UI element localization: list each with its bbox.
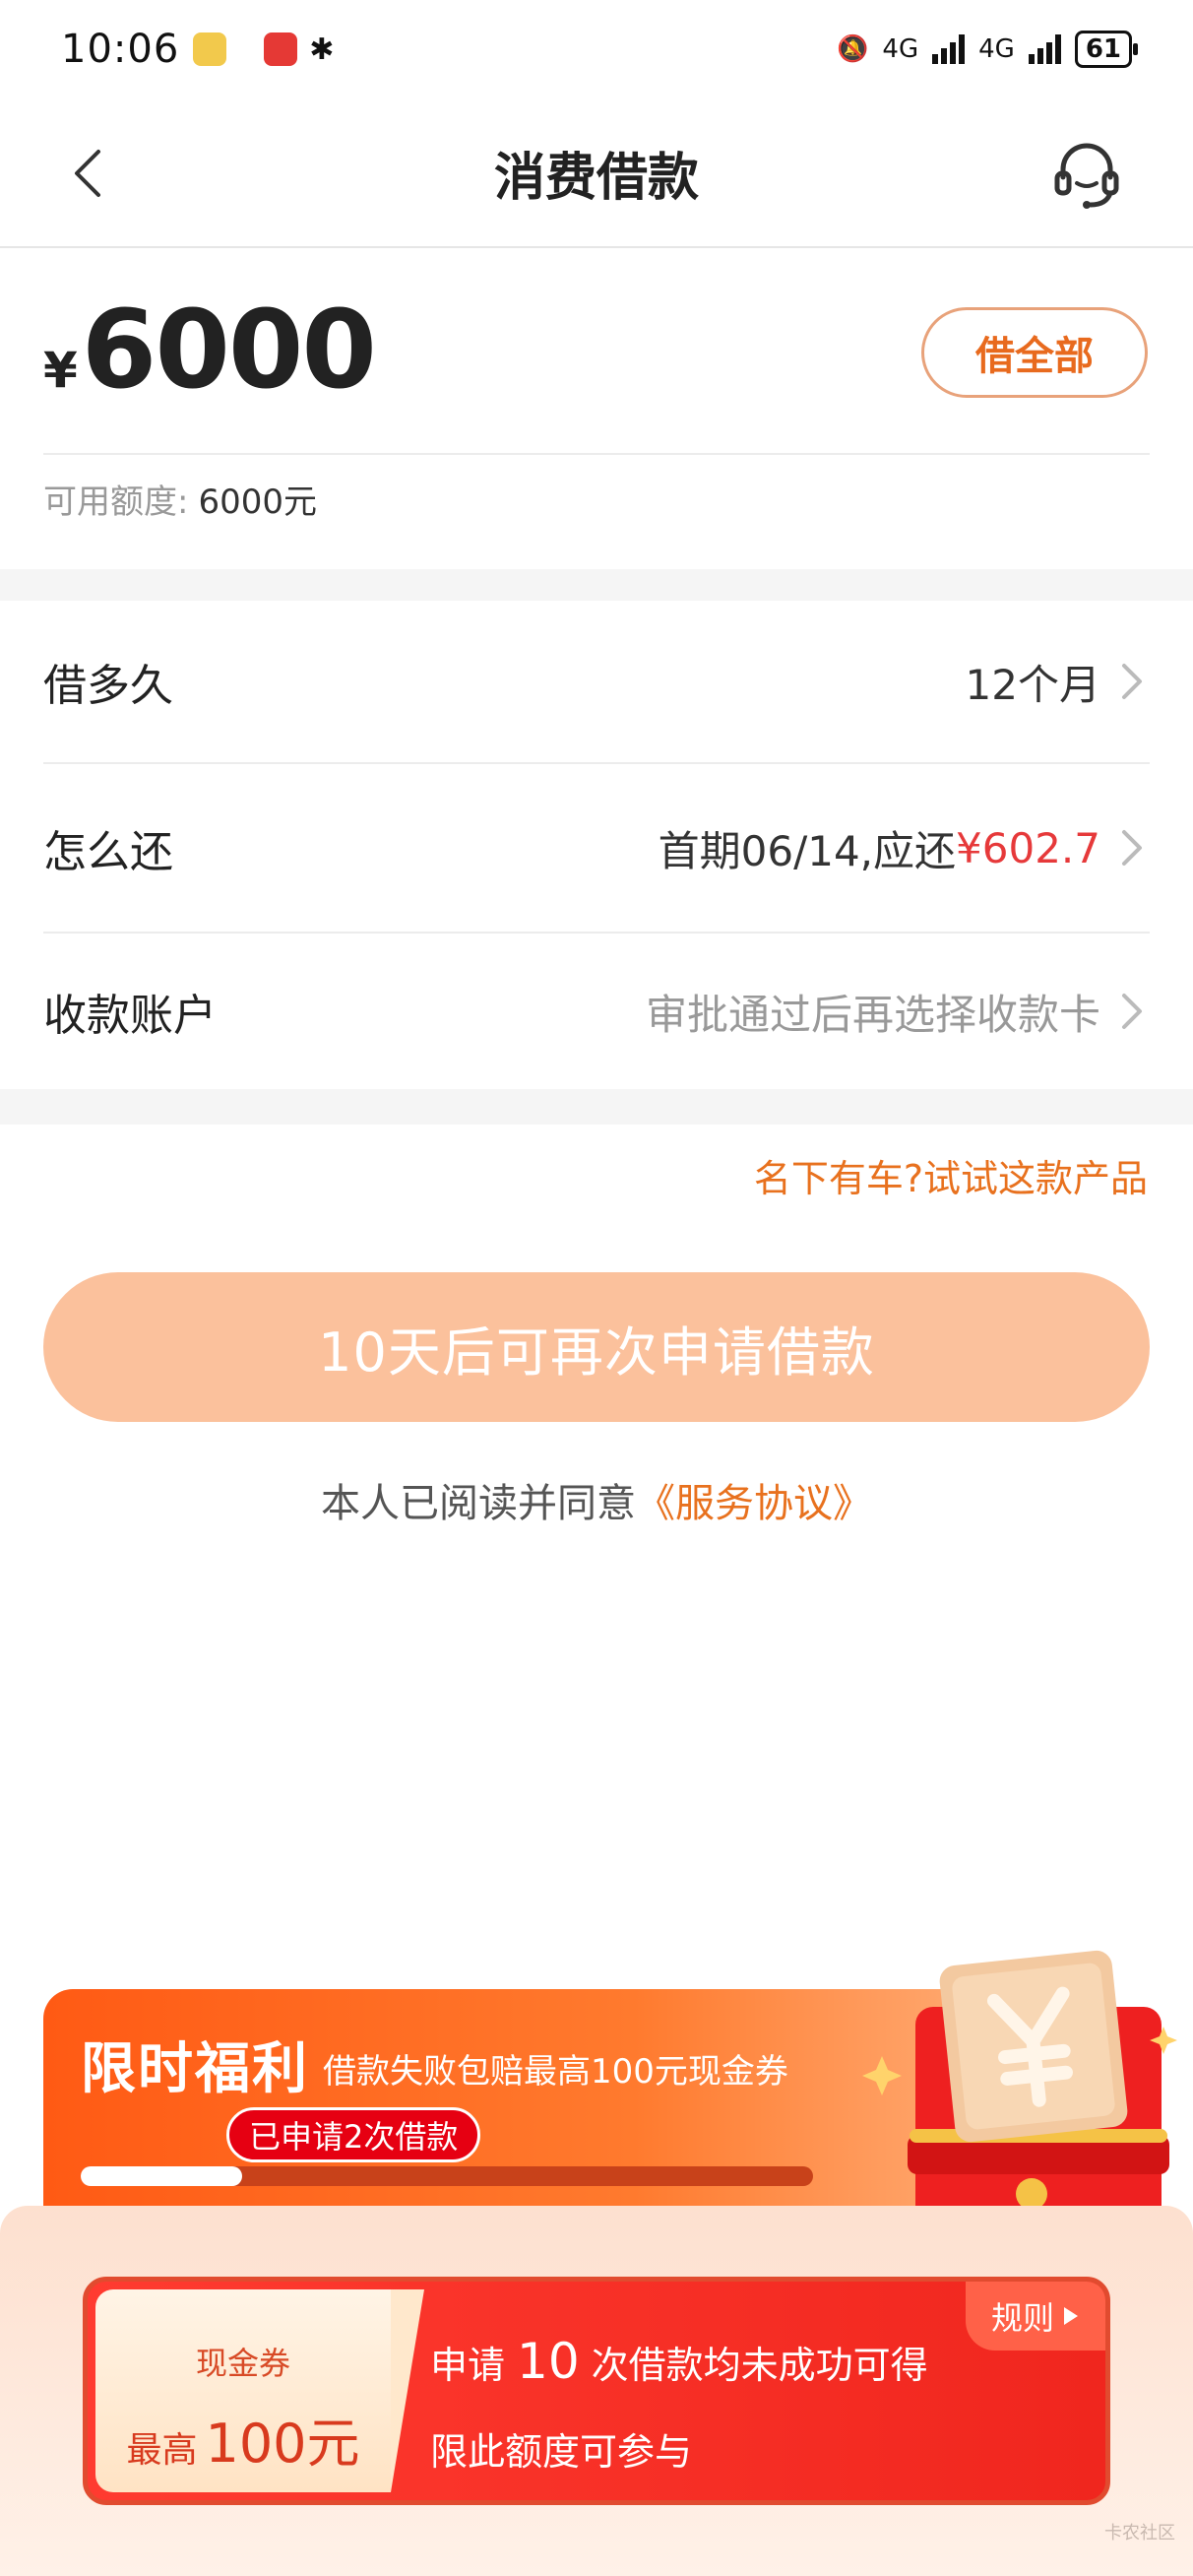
status-bar: 10:06 ✱ 🔕 4G 4G 61 bbox=[0, 0, 1193, 98]
service-agreement-link[interactable]: 《服务协议》 bbox=[636, 1481, 872, 1526]
status-time: 10:06 bbox=[61, 27, 180, 72]
coupon-type: 现金券 bbox=[195, 2345, 290, 2382]
divider bbox=[43, 453, 1150, 455]
rules-label: 规则 bbox=[990, 2299, 1054, 2337]
watermark: 卡农社区 bbox=[1104, 2523, 1175, 2544]
agreement-text: 本人已阅读并同意 bbox=[321, 1481, 636, 1526]
agreement-line: 本人已阅读并同意《服务协议》 bbox=[0, 1471, 1193, 1528]
row-repayment[interactable]: 怎么还 首期06/14,应还 ¥602.7 bbox=[43, 764, 1150, 932]
loan-amount-value: 6000 bbox=[81, 287, 377, 413]
loan-duration-value: 12个月 bbox=[966, 652, 1150, 712]
coupon-amount: 最高 100元 bbox=[95, 2400, 391, 2478]
repayment-amount: ¥602.7 bbox=[956, 823, 1100, 872]
row-loan-duration[interactable]: 借多久 12个月 bbox=[43, 601, 1150, 762]
coupon-condition-suffix: 次借款均未成功可得 bbox=[591, 2344, 928, 2387]
coupon-condition-count: 10 bbox=[517, 2333, 580, 2390]
receiving-account-label: 收款账户 bbox=[43, 991, 217, 1041]
mute-icon: 🔕 bbox=[837, 34, 869, 64]
red-envelope-yuan-icon bbox=[862, 1950, 1177, 2223]
play-arrow-icon bbox=[1064, 2307, 1078, 2325]
chevron-right-icon bbox=[1122, 664, 1142, 699]
signal-icon bbox=[932, 34, 966, 64]
loan-duration-label: 借多久 bbox=[43, 661, 173, 711]
section-gap bbox=[0, 1089, 1193, 1125]
currency-symbol: ¥ bbox=[43, 342, 78, 399]
cash-coupon-panel: 现金券 最高 100元 规则 申请 10 次借款均未成功可得 限此额度可参与 卡… bbox=[0, 2206, 1193, 2576]
available-credit-label: 可用额度: bbox=[43, 483, 189, 522]
coupon-stub: 现金券 最高 100元 bbox=[95, 2289, 424, 2492]
receiving-account-value: 审批通过后再选择收款卡 bbox=[646, 982, 1150, 1042]
chevron-right-icon bbox=[1122, 830, 1142, 866]
battery-icon: 61 bbox=[1074, 31, 1139, 68]
coupon-eligibility: 限此额度可参与 bbox=[430, 2430, 693, 2474]
coupon-amount-value: 100元 bbox=[205, 2413, 360, 2475]
loan-duration-text: 12个月 bbox=[965, 660, 1100, 709]
network-label: 4G bbox=[882, 34, 919, 64]
section-gap bbox=[0, 569, 1193, 601]
page-title: 消费借款 bbox=[493, 148, 699, 208]
app-notification-icon bbox=[264, 32, 298, 66]
promo-subtitle: 借款失败包赔最高100元现金券 bbox=[323, 2052, 788, 2092]
app-notification-icon bbox=[193, 32, 227, 66]
back-arrow-icon[interactable] bbox=[61, 144, 120, 203]
chevron-right-icon bbox=[1122, 994, 1142, 1029]
row-receiving-account[interactable]: 收款账户 审批通过后再选择收款卡 bbox=[43, 934, 1150, 1089]
status-app-icons: ✱ bbox=[193, 32, 334, 67]
receiving-account-text: 审批通过后再选择收款卡 bbox=[645, 990, 1100, 1039]
repayment-value: 首期06/14,应还 ¥602.7 bbox=[659, 818, 1150, 878]
nav-bar: 消费借款 bbox=[0, 98, 1193, 248]
coupon-amount-prefix: 最高 bbox=[126, 2430, 198, 2471]
repayment-label: 怎么还 bbox=[43, 827, 173, 877]
coupon-condition: 申请 10 次借款均未成功可得 bbox=[430, 2333, 928, 2390]
status-indicators: 🔕 4G 4G 61 bbox=[837, 31, 1139, 68]
signal-icon bbox=[1028, 34, 1061, 64]
borrow-all-button[interactable]: 借全部 bbox=[921, 307, 1148, 398]
coupon-condition-prefix: 申请 bbox=[430, 2344, 506, 2387]
promo-progress-fill bbox=[81, 2166, 242, 2186]
available-credit-value: 6000元 bbox=[198, 483, 317, 522]
network-label: 4G bbox=[978, 34, 1015, 64]
repayment-first-period: 首期06/14,应还 bbox=[658, 826, 957, 875]
cash-coupon-card[interactable]: 现金券 最高 100元 规则 申请 10 次借款均未成功可得 限此额度可参与 bbox=[83, 2277, 1110, 2505]
car-product-link[interactable]: 名下有车?试试这款产品 bbox=[754, 1148, 1148, 1202]
amount-section: ¥ 6000 借全部 可用额度: 6000元 bbox=[0, 250, 1193, 569]
available-credit: 可用额度: 6000元 bbox=[43, 475, 317, 523]
loan-amount[interactable]: ¥ 6000 bbox=[43, 287, 377, 413]
application-count-badge: 已申请2次借款 bbox=[226, 2107, 481, 2162]
promo-progress-bar bbox=[81, 2166, 813, 2186]
bluetooth-icon: ✱ bbox=[309, 32, 335, 67]
rules-button[interactable]: 规则 bbox=[965, 2282, 1105, 2351]
promo-title: 限时福利 bbox=[81, 2037, 309, 2101]
apply-loan-button[interactable]: 10天后可再次申请借款 bbox=[43, 1272, 1150, 1422]
customer-service-icon[interactable] bbox=[1047, 136, 1126, 215]
